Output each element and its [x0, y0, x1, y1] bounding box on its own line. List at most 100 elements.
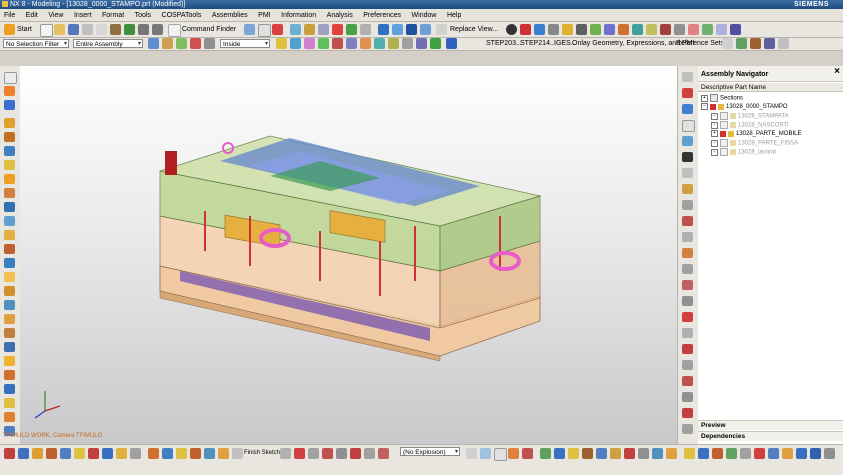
point-on-surface-icon[interactable] — [388, 38, 399, 49]
helix-icon[interactable] — [682, 280, 693, 290]
window-icon[interactable] — [244, 24, 255, 35]
move-icon[interactable] — [124, 24, 135, 35]
edit-explosion-icon[interactable] — [466, 448, 477, 459]
finish-sketch-icon[interactable] — [232, 448, 243, 459]
step214-button[interactable]: STEP214... — [520, 38, 556, 50]
spline-icon[interactable] — [682, 136, 693, 146]
snap-icon[interactable] — [618, 24, 629, 35]
expand-icon[interactable]: + — [711, 130, 718, 137]
intersection-curve-icon[interactable] — [682, 216, 693, 226]
expand-icon[interactable]: + — [711, 148, 718, 156]
circle-icon[interactable] — [682, 104, 693, 114]
trim-body-icon[interactable] — [4, 328, 15, 338]
join-curve-icon[interactable] — [682, 264, 693, 274]
sew-icon[interactable] — [4, 384, 15, 394]
mirror-tool-icon[interactable] — [336, 448, 347, 459]
replace-view-icon[interactable] — [436, 24, 447, 35]
assembly-scope-dropdown[interactable]: Entire Assembly — [73, 39, 143, 49]
close-icon[interactable]: × — [834, 63, 840, 81]
text-icon[interactable] — [682, 152, 693, 162]
graphics-window[interactable] — [20, 66, 677, 444]
shaded-cube-icon[interactable] — [378, 24, 389, 35]
menu-help[interactable]: Help — [443, 10, 465, 22]
sequence-icon[interactable] — [554, 448, 565, 459]
deformable-icon[interactable] — [624, 448, 635, 459]
line-icon[interactable] — [682, 72, 693, 82]
arc-icon[interactable] — [682, 88, 693, 98]
perspective-icon[interactable] — [360, 24, 371, 35]
refset-icon[interactable] — [722, 38, 733, 49]
display-cube-icon[interactable] — [420, 24, 431, 35]
tree-item-lavorat[interactable]: +13028_lavorat — [711, 148, 776, 157]
project-curve-icon[interactable] — [682, 200, 693, 210]
divide-curve-icon[interactable] — [682, 312, 693, 322]
project-tool-icon[interactable] — [364, 448, 375, 459]
trace-lines-icon[interactable] — [508, 448, 519, 459]
toolbar-options-icon[interactable] — [778, 38, 789, 49]
select-feature-icon[interactable] — [204, 38, 215, 49]
revolve-icon[interactable] — [4, 146, 15, 156]
section-curve-icon[interactable] — [682, 232, 693, 242]
more-tools-icon[interactable] — [824, 448, 835, 459]
extrude-icon[interactable] — [4, 132, 15, 142]
shell-icon[interactable] — [4, 230, 15, 240]
profile-icon[interactable] — [18, 448, 29, 459]
roles-icon[interactable] — [684, 448, 695, 459]
expand-icon[interactable]: + — [711, 121, 718, 129]
chamfer-curve-icon[interactable] — [682, 344, 693, 354]
chamfer-tool-icon[interactable] — [204, 448, 215, 459]
cut-icon[interactable] — [82, 24, 93, 35]
components-icon[interactable] — [540, 448, 551, 459]
command-finder-icon[interactable] — [168, 24, 181, 37]
hide-icon[interactable] — [548, 24, 559, 35]
unexplode-icon[interactable] — [494, 448, 507, 461]
replace-component-icon[interactable] — [764, 38, 775, 49]
visual-report-icon[interactable] — [768, 448, 779, 459]
snap-point-icon[interactable] — [276, 38, 287, 49]
open-folder-icon[interactable] — [54, 24, 65, 35]
mate-icon[interactable] — [750, 38, 761, 49]
new-file-icon[interactable] — [40, 24, 53, 37]
select-all-icon[interactable] — [148, 38, 159, 49]
menu-window[interactable]: Window — [408, 10, 441, 22]
menu-pmi[interactable]: PMI — [254, 10, 274, 22]
constraint-tool-icon[interactable] — [280, 448, 291, 459]
shell-tool-icon[interactable] — [218, 448, 229, 459]
reuse-icon[interactable] — [702, 24, 713, 35]
menu-information[interactable]: Information — [277, 10, 320, 22]
pan-icon[interactable] — [318, 24, 329, 35]
checkbox-icon[interactable] — [720, 121, 728, 129]
draft-icon[interactable] — [4, 244, 15, 254]
checkbox-icon[interactable] — [720, 139, 728, 147]
extend-tool-icon[interactable] — [322, 448, 333, 459]
save-icon[interactable] — [68, 24, 79, 35]
hole-tool-icon[interactable] — [176, 448, 187, 459]
subtract-icon[interactable] — [4, 300, 15, 310]
mirror-icon[interactable] — [4, 272, 15, 282]
explode-icon[interactable] — [660, 24, 671, 35]
clearance-icon[interactable] — [674, 24, 685, 35]
smooth-spline-icon[interactable] — [682, 424, 693, 434]
fit-icon[interactable] — [290, 24, 301, 35]
menu-assemblies[interactable]: Assemblies — [208, 10, 252, 22]
menu-format[interactable]: Format — [98, 10, 128, 22]
polygon-tool-icon[interactable] — [102, 448, 113, 459]
pattern-icon[interactable] — [4, 258, 15, 268]
explosion-dropdown[interactable]: (No Explosion) — [400, 447, 460, 457]
convert-tool-icon[interactable] — [378, 448, 389, 459]
point-icon[interactable] — [682, 168, 693, 178]
delete-explosion-icon[interactable] — [522, 448, 533, 459]
blend-tool-icon[interactable] — [190, 448, 201, 459]
menu-insert[interactable]: Insert — [70, 10, 96, 22]
menu-analysis[interactable]: Analysis — [323, 10, 357, 22]
point-on-curve-icon[interactable] — [374, 38, 385, 49]
pattern-tool-icon[interactable] — [350, 448, 361, 459]
checkbox-icon[interactable] — [720, 148, 728, 156]
tree-item-nascosti[interactable]: +13028_NASCOSTI — [711, 121, 789, 130]
web-browser-icon[interactable] — [740, 448, 751, 459]
offset-curve-icon[interactable] — [682, 184, 693, 194]
sketch-icon[interactable] — [4, 118, 15, 128]
undo-icon[interactable] — [138, 24, 149, 35]
start-icon[interactable] — [4, 24, 15, 35]
center-icon[interactable] — [318, 38, 329, 49]
